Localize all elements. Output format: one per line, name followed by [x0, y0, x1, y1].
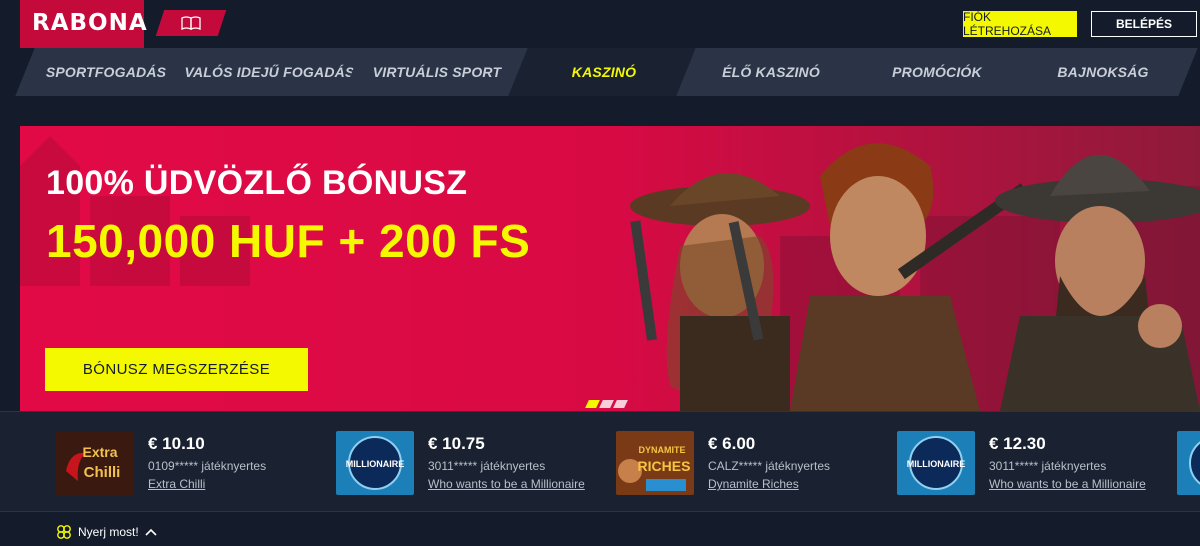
game-thumbnail-millionaire[interactable]: MILLIONAIRE [897, 431, 975, 495]
nav-item-label: PROMÓCIÓK [892, 64, 982, 80]
winner-item[interactable]: MILLIONAIRE € 12.30 3011***** játéknyert… [897, 431, 1157, 495]
book-icon [181, 16, 201, 30]
svg-text:RICHES: RICHES [638, 458, 691, 474]
winner-user: 0109***** játéknyertes [148, 459, 267, 473]
winner-game-link[interactable]: Dynamite Riches [708, 477, 799, 491]
svg-text:MILLIONAIRE: MILLIONAIRE [907, 459, 966, 469]
bottom-bar: Nyerj most! [0, 511, 1200, 546]
winner-amount: € 6.00 [708, 434, 756, 453]
recent-winners: Extra Chilli € 10.10 0109***** játéknyer… [0, 411, 1200, 511]
nav-item-promociok[interactable]: PROMÓCIÓK [842, 48, 1032, 96]
winner-item[interactable]: Extra Chilli € 10.10 0109***** játéknyer… [56, 431, 316, 495]
get-bonus-button[interactable]: BÓNUSZ MEGSZERZÉSE [45, 348, 308, 391]
carousel-dot[interactable] [599, 400, 614, 408]
nav-item-kaszino[interactable]: KASZINÓ [508, 48, 700, 96]
game-thumbnail-millionaire[interactable]: MILLIONAIRE [336, 431, 414, 495]
winner-game-link[interactable]: Extra Chilli [148, 477, 205, 491]
winner-amount: € 10.10 [148, 434, 205, 453]
winner-item-partial[interactable] [1177, 431, 1200, 495]
logo[interactable]: RABONA [32, 10, 148, 36]
winner-game-link[interactable]: Who wants to be a Millionaire [428, 477, 585, 491]
chevron-up-icon [145, 528, 157, 536]
winner-game-link[interactable]: Who wants to be a Millionaire [989, 477, 1146, 491]
nav-item-label: BAJNOKSÁG [1057, 64, 1149, 80]
nav-item-virtualis-sport[interactable]: VIRTUÁLIS SPORT [342, 48, 532, 96]
create-account-button[interactable]: FIÓK LÉTREHOZÁSA [963, 10, 1077, 38]
book-tab[interactable] [155, 10, 227, 36]
nav-item-elo-kaszino[interactable]: ÉLŐ KASZINÓ [676, 48, 866, 96]
nav-item-label: SPORTFOGADÁS [45, 64, 167, 80]
nav-item-label: ÉLŐ KASZINÓ [722, 64, 820, 80]
nav-item-valos-ideju[interactable]: VALÓS IDEJŰ FOGADÁS [173, 48, 366, 96]
winner-item[interactable]: DYNAMITE RICHES € 6.00 CALZ***** játékny… [616, 431, 876, 495]
game-thumbnail-extra-chilli[interactable]: Extra Chilli [56, 431, 134, 495]
nav-item-bajnoksag[interactable]: BAJNOKSÁG [1008, 48, 1198, 96]
nav-item-label: KASZINÓ [571, 64, 637, 80]
svg-text:Chilli: Chilli [84, 464, 121, 481]
nav-item-sportfogadas[interactable]: SPORTFOGADÁS [15, 48, 197, 96]
winner-user: 3011***** játéknyertes [989, 459, 1107, 473]
clover-icon [57, 525, 71, 539]
promo-banner[interactable]: 100% ÜDVÖZLŐ BÓNUSZ 150,000 HUF + 200 FS… [20, 126, 1200, 411]
banner-offer: 150,000 HUF + 200 FS [46, 215, 531, 267]
svg-text:DYNAMITE: DYNAMITE [639, 445, 686, 455]
svg-text:Extra: Extra [82, 444, 117, 460]
login-button[interactable]: BELÉPÉS [1091, 11, 1197, 37]
win-now-toggle[interactable]: Nyerj most! [56, 524, 157, 540]
winner-amount: € 12.30 [989, 434, 1046, 453]
banner-headline: 100% ÜDVÖZLŐ BÓNUSZ [46, 164, 468, 202]
winner-user: 3011***** játéknyertes [428, 459, 546, 473]
carousel-dots [585, 400, 628, 408]
winner-user: CALZ***** játéknyertes [708, 459, 831, 473]
winner-amount: € 10.75 [428, 434, 485, 453]
game-thumbnail-millionaire[interactable] [1177, 431, 1200, 495]
carousel-dot[interactable] [585, 400, 600, 408]
carousel-dot[interactable] [613, 400, 628, 408]
main-nav: SPORTFOGADÁS VALÓS IDEJŰ FOGADÁS VIRTUÁL… [0, 48, 1200, 96]
game-thumbnail-dynamite-riches[interactable]: DYNAMITE RICHES [616, 431, 694, 495]
winner-item[interactable]: MILLIONAIRE € 10.75 3011***** játéknyert… [336, 431, 596, 495]
nav-item-label: VIRTUÁLIS SPORT [372, 64, 502, 80]
nav-item-label: VALÓS IDEJŰ FOGADÁS [184, 64, 355, 80]
win-now-label: Nyerj most! [78, 525, 139, 539]
top-bar: RABONA FIÓK LÉTREHOZÁSA BELÉPÉS [0, 0, 1200, 48]
svg-text:MILLIONAIRE: MILLIONAIRE [346, 459, 405, 469]
